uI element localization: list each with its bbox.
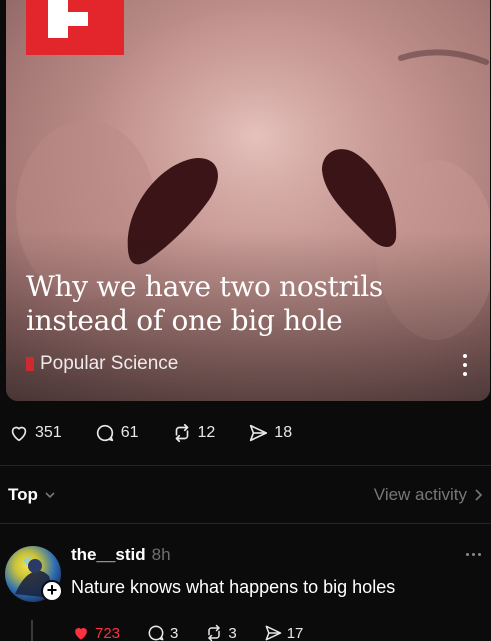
follow-plus-icon[interactable]: +: [41, 580, 63, 602]
comment-icon: [148, 625, 164, 641]
reply-stats: 723 3 3 17: [71, 623, 329, 641]
divider: [0, 523, 491, 524]
source-flag-icon: [26, 357, 34, 371]
reply-reply-button[interactable]: 3: [146, 623, 178, 641]
repost-button[interactable]: 12: [171, 422, 216, 444]
source-name: Popular Science: [40, 353, 179, 374]
sort-label: Top: [8, 485, 38, 504]
reply-time: 8h: [151, 545, 171, 564]
send-icon: [265, 625, 281, 641]
repost-icon: [175, 423, 188, 443]
post-stats: 351 61 12 18: [8, 422, 324, 444]
view-activity-label: View activity: [373, 485, 467, 504]
repost-count: 12: [197, 424, 216, 441]
send-icon: [250, 424, 268, 442]
reply-repost-button[interactable]: 3: [204, 623, 237, 641]
reply-avatar[interactable]: +: [5, 546, 63, 602]
reply-more-options-icon[interactable]: [466, 553, 481, 556]
reply-button[interactable]: 61: [94, 422, 139, 444]
more-options-icon[interactable]: [460, 354, 470, 376]
article-title: Why we have two nostrils instead of one …: [26, 270, 383, 337]
flipboard-logo-icon: [26, 0, 124, 55]
reply-like-count: 723: [95, 624, 121, 641]
article-source[interactable]: Popular Science: [26, 353, 178, 375]
comment-icon: [96, 424, 113, 442]
reply-share-button[interactable]: 17: [263, 623, 304, 641]
thread-line: [31, 620, 33, 641]
like-button[interactable]: 351: [8, 422, 62, 444]
chevron-down-icon: [45, 492, 55, 499]
like-count: 351: [35, 424, 62, 441]
repost-icon: [208, 624, 221, 641]
reply-username[interactable]: the__stid: [71, 545, 146, 565]
reply-reply-count: 3: [170, 624, 179, 641]
divider: [0, 465, 491, 466]
chevron-right-icon: [475, 489, 483, 501]
thread-controls: Top View activity: [8, 483, 483, 507]
reply-share-count: 17: [286, 624, 304, 641]
heart-icon: [11, 426, 27, 442]
view-activity-link[interactable]: View activity: [374, 485, 483, 505]
heart-filled-icon: [75, 628, 87, 640]
reply-repost-count: 3: [228, 624, 237, 641]
share-button[interactable]: 18: [247, 422, 292, 444]
reply-count: 61: [120, 424, 139, 441]
reply-header: the__stid 8h: [71, 545, 171, 565]
reply-text: Nature knows what happens to big holes: [71, 577, 396, 597]
article-card[interactable]: Why we have two nostrils instead of one …: [6, 0, 490, 401]
sort-dropdown[interactable]: Top: [8, 485, 56, 505]
share-count: 18: [274, 424, 293, 441]
reply-like-button[interactable]: 723: [71, 623, 120, 641]
